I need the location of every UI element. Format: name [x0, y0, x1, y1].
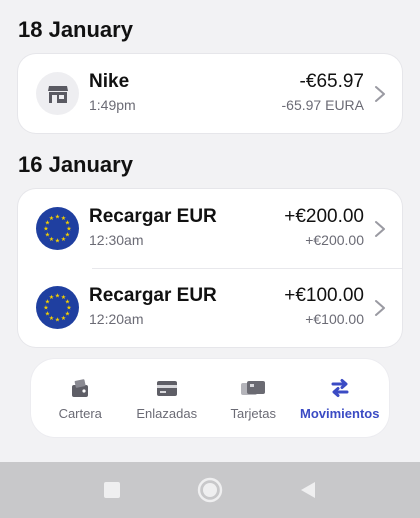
cards-icon: [240, 376, 266, 400]
svg-text:★: ★: [43, 305, 48, 312]
recents-square-icon[interactable]: [98, 476, 126, 504]
chevron-right-icon: [375, 86, 385, 102]
transaction-amount: +€100.00: [284, 285, 364, 306]
svg-text:★: ★: [55, 238, 60, 245]
transaction-sub-amount: +€200.00: [305, 232, 364, 248]
nav-item-movimientos[interactable]: Movimientos: [300, 376, 380, 421]
svg-text:★: ★: [55, 214, 60, 221]
transaction-title: Nike: [89, 71, 130, 92]
svg-text:★: ★: [61, 236, 66, 243]
home-circle-icon[interactable]: [196, 476, 224, 504]
eu-flag-icon: ★ ★ ★ ★ ★ ★ ★ ★ ★ ★ ★ ★: [36, 286, 79, 329]
transaction-sub-amount: -65.97 EURA: [281, 97, 364, 113]
chevron-right-icon: [375, 221, 385, 237]
nav-label: Enlazadas: [136, 405, 198, 421]
eu-flag-icon: ★ ★ ★ ★ ★ ★ ★ ★ ★ ★ ★ ★: [36, 207, 79, 250]
svg-text:★: ★: [49, 215, 54, 222]
svg-text:★: ★: [49, 294, 54, 301]
svg-text:★: ★: [45, 232, 50, 239]
system-navigation-bar: [0, 462, 420, 518]
transaction-time: 12:20am: [89, 311, 144, 327]
transaction-title: Recargar EUR: [89, 285, 217, 306]
nav-label: Cartera: [58, 405, 102, 421]
nav-item-cartera[interactable]: Cartera: [40, 376, 120, 421]
nav-label: Tarjetas: [230, 405, 277, 421]
transaction-sub-amount: +€100.00: [305, 311, 364, 327]
transaction-time: 12:30am: [89, 232, 144, 248]
transaction-row-nike[interactable]: Nike 1:49pm -€65.97 -65.97 EURA: [18, 54, 402, 133]
transaction-amount: -€65.97: [299, 71, 364, 92]
bottom-navigation: Cartera Enlazadas Tarjetas Movimientos: [31, 359, 389, 437]
transaction-row-recargar-2[interactable]: ★ ★ ★ ★ ★ ★ ★ ★ ★ ★ ★ ★ Recargar EUR 12:…: [18, 268, 402, 347]
svg-text:★: ★: [55, 293, 60, 300]
transaction-amount: +€200.00: [284, 206, 364, 227]
wallet-icon: [67, 376, 93, 400]
transaction-card-18-january: Nike 1:49pm -€65.97 -65.97 EURA: [18, 54, 402, 133]
transfer-arrows-icon: [327, 376, 353, 400]
svg-text:★: ★: [61, 315, 66, 322]
transaction-title: Recargar EUR: [89, 206, 217, 227]
date-heading-18-january: 18 January: [18, 17, 133, 42]
nav-item-enlazadas[interactable]: Enlazadas: [127, 376, 207, 421]
nav-label: Movimientos: [300, 405, 380, 421]
back-triangle-icon[interactable]: [294, 476, 322, 504]
date-heading-16-january: 16 January: [18, 152, 133, 177]
transaction-card-16-january: ★ ★ ★ ★ ★ ★ ★ ★ ★ ★ ★ ★ Recargar EUR 12:…: [18, 189, 402, 347]
nav-item-tarjetas[interactable]: Tarjetas: [213, 376, 293, 421]
linked-card-icon: [154, 376, 180, 400]
transaction-time: 1:49pm: [89, 97, 136, 113]
chevron-right-icon: [375, 300, 385, 316]
transaction-row-recargar-1[interactable]: ★ ★ ★ ★ ★ ★ ★ ★ ★ ★ ★ ★ Recargar EUR 12:…: [18, 189, 402, 268]
svg-text:★: ★: [43, 226, 48, 233]
svg-text:★: ★: [55, 317, 60, 324]
store-icon: [36, 72, 79, 115]
svg-text:★: ★: [45, 311, 50, 318]
